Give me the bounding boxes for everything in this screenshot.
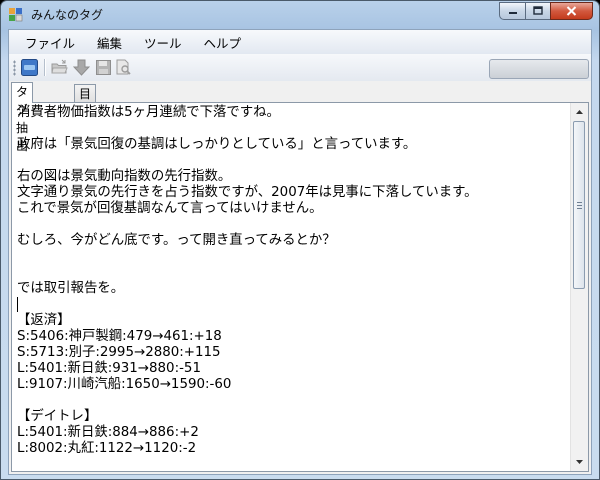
menu-tools[interactable]: ツール	[134, 33, 192, 52]
app-tool-button[interactable]	[21, 59, 38, 76]
editor-line: 文字通り景気の先行きを占う指数ですが、2007年は見事に下落しています。	[17, 185, 478, 200]
window-title: みんなのタグ	[31, 8, 104, 22]
app-tool-icon	[21, 59, 38, 76]
editor-line: L:8002:丸紅:1122→1120:-2	[17, 441, 197, 456]
editor-line: S:5713:別子:2995→2880:+115	[17, 345, 221, 360]
preview-icon	[116, 59, 131, 75]
arrow-down-icon	[576, 460, 583, 464]
scroll-up-button[interactable]	[572, 104, 587, 120]
editor-line: S:5406:神戸製鋼:479→461:+18	[17, 329, 222, 344]
minimize-icon	[508, 12, 517, 14]
editor-line: 【返済】	[17, 313, 71, 328]
client-area: ファイル 編集 ツール ヘルプ タグ抽出 目 消費者物価指数は5ヶ月連続で下落で…	[8, 29, 592, 475]
download-arrow-icon	[72, 59, 91, 76]
minimize-button[interactable]	[499, 2, 525, 20]
vertical-scrollbar[interactable]	[570, 103, 588, 471]
editor-line: 消費者物価指数は5ヶ月連続で下落ですね。	[17, 105, 280, 120]
editor-line: L:5401:新日鉄:884→886:+2	[17, 425, 199, 440]
close-button[interactable]	[550, 2, 593, 20]
editor-line: では取引報告を。	[17, 281, 125, 296]
editor-line: これで景気が回復基調なんて言ってはいけません。	[17, 201, 323, 216]
save-button[interactable]	[95, 59, 112, 76]
text-caret	[17, 297, 18, 312]
editor-line: むしろ、今がどん底です。って開き直ってみるとか？	[17, 233, 336, 248]
app-icon	[9, 8, 23, 22]
download-button[interactable]	[72, 59, 91, 76]
menu-help[interactable]: ヘルプ	[194, 33, 252, 52]
scrollbar-thumb[interactable]	[573, 121, 585, 289]
menu-file[interactable]: ファイル	[15, 33, 85, 52]
save-disk-icon	[96, 60, 111, 75]
open-button[interactable]	[51, 59, 68, 76]
menu-edit[interactable]: 編集	[87, 33, 132, 52]
toolbar-grip[interactable]	[13, 60, 16, 76]
window-controls	[499, 2, 593, 20]
scroll-down-button[interactable]	[572, 454, 587, 470]
close-icon	[566, 6, 577, 16]
open-folder-icon	[51, 59, 68, 74]
thumb-grip	[577, 202, 582, 209]
app-window: みんなのタグ ファイル 編集 ツール ヘルプ タグ抽出 目 消費者物価指数は5ヶ…	[0, 0, 600, 480]
editor-line: 政府は「景気回復の基調はしっかりとしている」と言っています。	[17, 137, 417, 152]
editor-line: 【デイトレ】	[17, 409, 98, 424]
toolbar-separator	[44, 59, 46, 76]
title-bar[interactable]: みんなのタグ	[1, 1, 599, 29]
editor-line: L:9107:川崎汽船:1650→1590:-60	[17, 377, 232, 392]
editor-content[interactable]: 消費者物価指数は5ヶ月連続で下落ですね。政府は「景気回復の基調はしっかりとしてい…	[17, 105, 562, 457]
editor-line	[17, 297, 562, 313]
menu-bar: ファイル 編集 ツール ヘルプ	[9, 30, 591, 54]
editor-line: L:5401:新日鉄:931→880:-51	[17, 361, 201, 376]
toolbar	[9, 54, 591, 81]
text-editor[interactable]: 消費者物価指数は5ヶ月連続で下落ですね。政府は「景気回復の基調はしっかりとしてい…	[11, 102, 589, 472]
tab-toc-creation[interactable]: 目次作成	[74, 84, 97, 155]
preview-button[interactable]	[115, 59, 132, 76]
tab-tag-extraction[interactable]: タグ抽出	[11, 82, 34, 153]
arrow-up-icon	[576, 110, 583, 114]
toolbar-status-box	[489, 59, 589, 79]
maximize-icon	[533, 6, 543, 15]
maximize-button[interactable]	[525, 2, 550, 20]
editor-line: 右の図は景気動向指数の先行指数。	[17, 169, 232, 184]
